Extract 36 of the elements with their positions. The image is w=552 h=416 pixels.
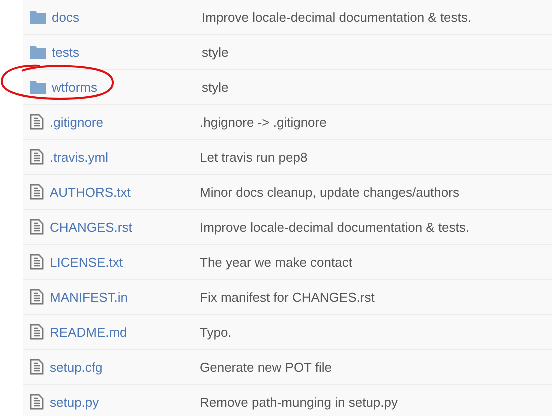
commit-message: style bbox=[202, 44, 229, 60]
commit-message: Improve locale-decimal documentation & tests. bbox=[200, 220, 470, 234]
document-icon bbox=[30, 149, 44, 165]
file-name-link[interactable]: .gitignore bbox=[50, 114, 104, 130]
document-icon bbox=[30, 324, 44, 340]
folder-icon bbox=[30, 45, 46, 59]
file-name-link[interactable]: tests bbox=[52, 44, 80, 60]
commit-message: The year we make contact bbox=[200, 254, 352, 270]
file-name-link[interactable]: docs bbox=[52, 10, 80, 24]
commit-message: Fix manifest for CHANGES.rst bbox=[200, 290, 375, 304]
commit-message: Remove path-munging in setup.py bbox=[200, 394, 398, 410]
file-name-link[interactable]: .travis.yml bbox=[50, 150, 108, 164]
file-name-link[interactable]: LICENSE.txt bbox=[50, 254, 123, 270]
file-name-link[interactable]: CHANGES.rst bbox=[50, 220, 132, 234]
folder-icon bbox=[30, 10, 46, 24]
document-icon bbox=[30, 184, 44, 200]
file-name-link[interactable]: AUTHORS.txt bbox=[50, 184, 131, 200]
file-name-link[interactable]: setup.cfg bbox=[50, 360, 103, 374]
commit-message: Minor docs cleanup, update changes/authors bbox=[200, 184, 460, 200]
commit-message: Improve locale-decimal documentation & tests. bbox=[202, 10, 472, 24]
document-icon bbox=[30, 359, 44, 375]
commit-message: Typo. bbox=[200, 324, 232, 340]
file-name-link[interactable]: setup.py bbox=[50, 394, 100, 410]
file-name-link[interactable]: wtforms bbox=[52, 80, 98, 94]
folder-icon bbox=[30, 80, 46, 94]
document-icon bbox=[30, 254, 44, 270]
commit-message: .hgignore -> .gitignore bbox=[200, 114, 327, 130]
commit-message: style bbox=[202, 80, 229, 94]
document-icon bbox=[30, 394, 44, 410]
document-icon bbox=[30, 219, 44, 235]
document-icon bbox=[30, 289, 44, 305]
commit-message: Let travis run pep8 bbox=[200, 150, 308, 164]
file-name-link[interactable]: MANIFEST.in bbox=[50, 290, 128, 304]
file-name-link[interactable]: README.md bbox=[50, 324, 128, 340]
document-icon bbox=[30, 114, 44, 130]
commit-message: Generate new POT file bbox=[200, 360, 332, 374]
